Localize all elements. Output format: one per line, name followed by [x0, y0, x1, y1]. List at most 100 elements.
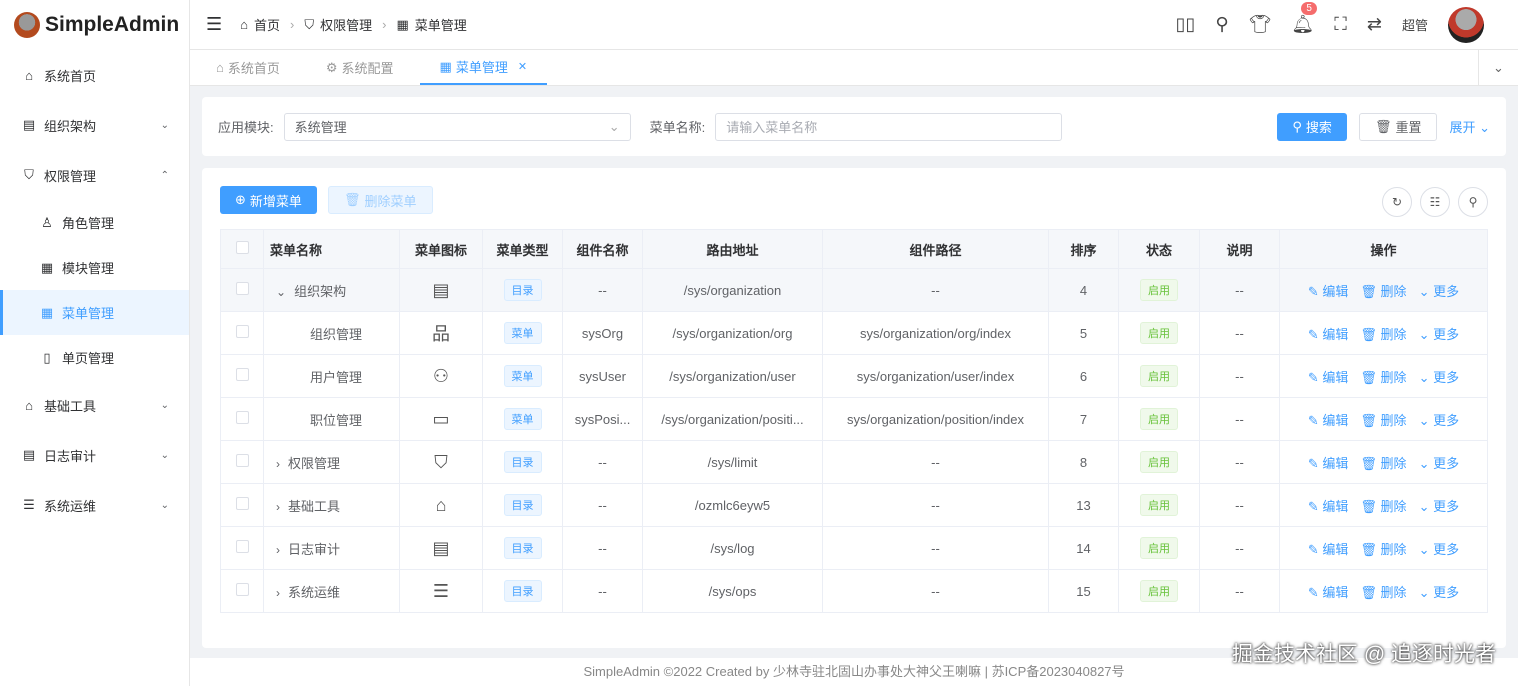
type-tag: 菜单 — [503, 322, 542, 344]
row-checkbox[interactable] — [235, 497, 249, 510]
tab-config[interactable]: ⚙ 系统配置 — [306, 50, 414, 85]
sidebar-item-label: 权限管理 — [44, 168, 97, 184]
breadcrumb-permission[interactable]: 权限管理 — [320, 15, 372, 34]
route-cell: /sys/limit — [642, 440, 823, 484]
more-button[interactable]: ⌄ 更多 — [1419, 327, 1460, 342]
delete-label: 删除 — [1380, 498, 1407, 514]
status-cell: 启用 — [1118, 440, 1200, 484]
user-name[interactable]: 超管 — [1402, 15, 1428, 34]
expand-link[interactable]: 展开 ⌄ — [1449, 117, 1490, 136]
header: ☰ ⌂ 首页 › ⛉ 权限管理 › ▦ 菜单管理 ▯▯ ⚲ 👕︎ 🔔︎ 5 ⛶ ⇄ 超管 — [190, 0, 1518, 50]
edit-button[interactable]: ✎ 编辑 — [1308, 413, 1349, 428]
delete-label: 删除 — [1380, 412, 1407, 428]
book-icon: ▯ — [43, 349, 51, 365]
sidebar-item-5[interactable]: ▦ 菜单管理 — [0, 290, 189, 335]
sidebar-item-4[interactable]: ▦ 模块管理 — [0, 245, 189, 290]
user-icon: ♙ — [41, 214, 53, 230]
row-checkbox[interactable] — [235, 540, 249, 553]
sidebar-item-3[interactable]: ♙ 角色管理 — [0, 200, 189, 245]
row-checkbox[interactable] — [235, 411, 249, 424]
edit-button[interactable]: ✎ 编辑 — [1308, 370, 1349, 385]
edit-button[interactable]: ✎ 编辑 — [1308, 327, 1349, 342]
avatar[interactable] — [1448, 6, 1484, 43]
layout-icon[interactable]: ▯▯ — [1176, 14, 1196, 35]
more-button[interactable]: ⌄ 更多 — [1419, 585, 1460, 600]
chevron-icon: ⌄ — [160, 499, 169, 511]
status-badge: 启用 — [1140, 451, 1178, 473]
search-icon[interactable]: ⚲ — [1215, 14, 1228, 35]
collapse-menu-icon[interactable]: ☰ — [206, 14, 222, 35]
row-checkbox[interactable] — [235, 454, 249, 467]
reset-button[interactable]: 🗑︎ 重置 — [1358, 112, 1438, 141]
desc-cell: -- — [1199, 526, 1280, 570]
delete-button[interactable]: 🗑︎ 删除 — [1360, 585, 1406, 600]
search-button[interactable]: ⚲ 搜索 — [1277, 112, 1347, 141]
sidebar-item-8[interactable]: ▤ 日志审计 ⌄ — [0, 430, 189, 480]
route-cell: /sys/organization/org — [642, 311, 823, 355]
status-cell: 启用 — [1118, 354, 1200, 398]
trash-icon: 🗑︎ — [1360, 369, 1381, 385]
row-checkbox[interactable] — [235, 282, 249, 295]
tabs-more-button[interactable]: ⌄ — [1478, 50, 1518, 86]
menu-name-input[interactable]: 请输入菜单名称 — [715, 112, 1063, 141]
logo[interactable]: SimpleAdmin — [0, 0, 189, 50]
sidebar-item-7[interactable]: ⌂ 基础工具 ⌄ — [0, 380, 189, 430]
sidebar-item-9[interactable]: ☰ 系统运维 ⌄ — [0, 480, 189, 530]
row-checkbox[interactable] — [235, 368, 249, 381]
sidebar-item-6[interactable]: ▯ 单页管理 — [0, 335, 189, 380]
expand-toggle-icon[interactable]: ⌄ — [276, 285, 286, 299]
column-settings-button[interactable]: ☷ — [1420, 187, 1450, 217]
row-checkbox[interactable] — [235, 325, 249, 338]
trash-icon: 🗑︎ — [1360, 283, 1381, 299]
expand-toggle-icon[interactable]: › — [276, 500, 280, 514]
more-label: 更多 — [1433, 412, 1460, 428]
fullscreen-icon[interactable]: ⛶ — [1334, 14, 1347, 35]
delete-menu-button[interactable]: 🗑︎ 删除菜单 — [328, 186, 433, 214]
path-cell: -- — [822, 569, 1049, 613]
toggle-search-button[interactable]: ⚲ — [1458, 187, 1488, 217]
edit-button[interactable]: ✎ 编辑 — [1308, 585, 1349, 600]
edit-button[interactable]: ✎ 编辑 — [1308, 499, 1349, 514]
select-all-checkbox[interactable] — [220, 229, 264, 269]
add-menu-button[interactable]: ⊕ 新增菜单 — [220, 186, 317, 214]
expand-toggle-icon[interactable]: › — [276, 543, 280, 557]
route-cell: /sys/ops — [642, 569, 823, 613]
more-button[interactable]: ⌄ 更多 — [1419, 499, 1460, 514]
close-icon[interactable]: ✕ — [518, 60, 527, 73]
theme-shirt-icon[interactable]: 👕︎ — [1249, 14, 1272, 35]
id-card-icon: ▭ — [432, 408, 450, 429]
sidebar-item-2[interactable]: ⛉ 权限管理 ⌃ — [0, 150, 189, 200]
delete-button[interactable]: 🗑︎ 删除 — [1360, 370, 1406, 385]
breadcrumb-home[interactable]: 首页 — [254, 15, 280, 34]
module-select[interactable]: 系统管理 ⌄ — [283, 112, 631, 141]
delete-button[interactable]: 🗑︎ 删除 — [1360, 413, 1406, 428]
expand-toggle-icon[interactable]: › — [276, 586, 280, 600]
more-button[interactable]: ⌄ 更多 — [1419, 284, 1460, 299]
tab-menu[interactable]: ▦ 菜单管理 ✕ — [419, 50, 548, 85]
expand-toggle-icon[interactable]: › — [276, 457, 280, 471]
delete-button[interactable]: 🗑︎ 删除 — [1360, 284, 1406, 299]
checkbox[interactable] — [235, 241, 249, 254]
more-button[interactable]: ⌄ 更多 — [1419, 542, 1460, 557]
delete-button[interactable]: 🗑︎ 删除 — [1360, 456, 1406, 471]
shield-icon: ⛉ — [24, 167, 34, 182]
row-checkbox-cell — [220, 526, 264, 570]
edit-button[interactable]: ✎ 编辑 — [1308, 284, 1349, 299]
edit-button[interactable]: ✎ 编辑 — [1308, 456, 1349, 471]
more-button[interactable]: ⌄ 更多 — [1419, 370, 1460, 385]
row-checkbox[interactable] — [235, 583, 249, 596]
delete-button[interactable]: 🗑︎ 删除 — [1360, 327, 1406, 342]
delete-button[interactable]: 🗑︎ 删除 — [1360, 542, 1406, 557]
more-button[interactable]: ⌄ 更多 — [1419, 456, 1460, 471]
tab-home[interactable]: ⌂ 系统首页 — [196, 50, 300, 85]
more-button[interactable]: ⌄ 更多 — [1419, 413, 1460, 428]
sidebar-item-1[interactable]: ▤ 组织架构 ⌄ — [0, 100, 189, 150]
edit-button[interactable]: ✎ 编辑 — [1308, 542, 1349, 557]
delete-button[interactable]: 🗑︎ 删除 — [1360, 499, 1406, 514]
log-icon: ▤ — [432, 537, 450, 558]
refresh-button[interactable]: ↻ — [1382, 187, 1412, 217]
sidebar-item-0[interactable]: ⌂ 系统首页 — [0, 50, 189, 100]
switch-icon[interactable]: ⇄ — [1367, 14, 1382, 35]
actions-cell: ✎ 编辑 🗑︎ 删除 ⌄ 更多 — [1279, 268, 1488, 312]
bell-icon[interactable]: 🔔︎ 5 — [1291, 2, 1317, 35]
